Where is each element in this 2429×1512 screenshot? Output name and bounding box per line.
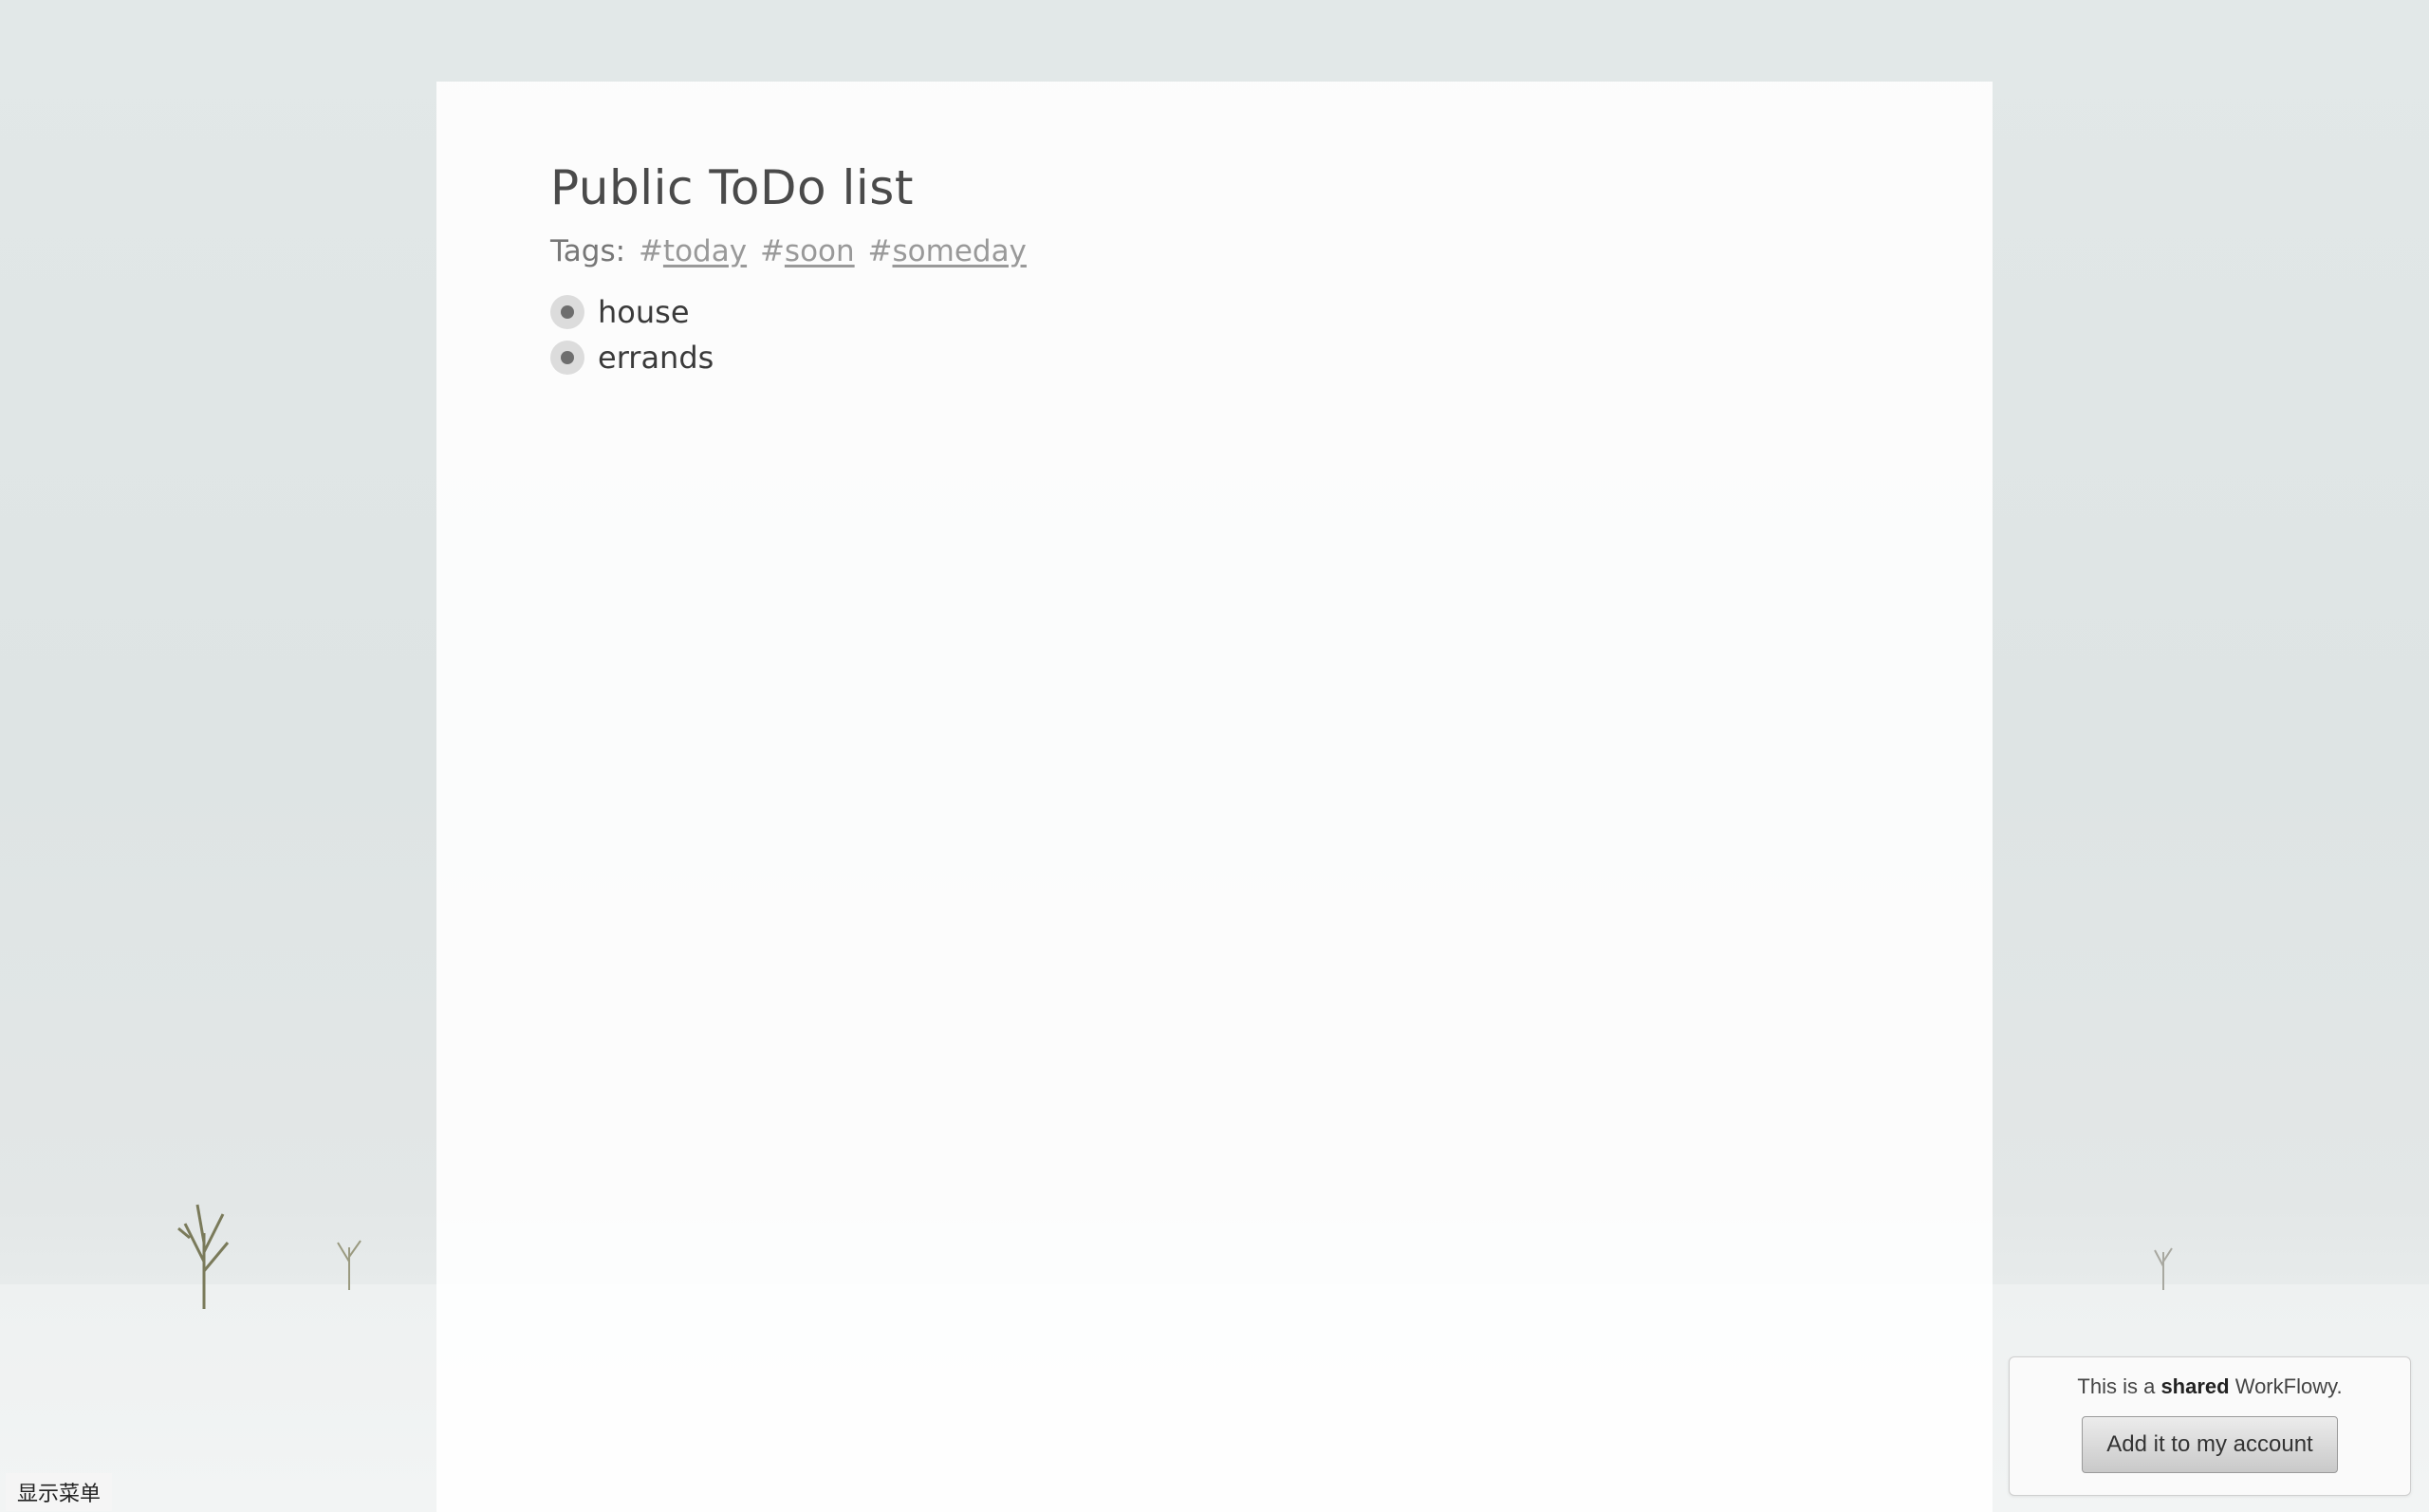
show-menu-button[interactable]: 显示菜单 bbox=[6, 1473, 113, 1511]
tag-hash: # bbox=[867, 234, 893, 268]
document-page: Public ToDo list Tags: #today #soon #som… bbox=[436, 82, 1993, 1512]
add-to-account-button[interactable]: Add it to my account bbox=[2082, 1416, 2338, 1473]
shared-notice-text: This is a shared WorkFlowy. bbox=[2010, 1374, 2410, 1399]
tree-illustration bbox=[337, 1240, 362, 1290]
list-item-text[interactable]: house bbox=[598, 294, 690, 330]
tag-someday[interactable]: #someday bbox=[868, 234, 1027, 268]
bullet-dot bbox=[561, 351, 574, 365]
list-item-text[interactable]: errands bbox=[598, 340, 714, 376]
tree-illustration bbox=[2154, 1247, 2173, 1290]
tags-label: Tags: bbox=[550, 234, 626, 268]
document-content: Public ToDo list Tags: #today #soon #som… bbox=[550, 157, 1879, 380]
page-title[interactable]: Public ToDo list bbox=[550, 157, 1879, 219]
list-item: errands bbox=[550, 335, 1879, 380]
tag-hash: # bbox=[638, 234, 663, 268]
outline-list: house errands bbox=[550, 289, 1879, 380]
tag-label: soon bbox=[784, 234, 855, 268]
bullet-icon[interactable] bbox=[550, 295, 584, 330]
bullet-dot bbox=[561, 305, 574, 320]
shared-notice-prefix: This is a bbox=[2077, 1374, 2161, 1398]
shared-notice-emphasis: shared bbox=[2160, 1374, 2230, 1398]
shared-notice-suffix: WorkFlowy. bbox=[2229, 1374, 2343, 1398]
tag-label: someday bbox=[892, 234, 1027, 268]
list-item: house bbox=[550, 289, 1879, 335]
tag-hash: # bbox=[759, 234, 785, 268]
tag-today[interactable]: #today bbox=[639, 234, 747, 268]
tag-soon[interactable]: #soon bbox=[760, 234, 855, 268]
bullet-icon[interactable] bbox=[550, 341, 584, 376]
tags-line: Tags: #today #soon #someday bbox=[550, 232, 1879, 270]
tag-label: today bbox=[662, 234, 748, 268]
shared-notice: This is a shared WorkFlowy. Add it to my… bbox=[2009, 1356, 2411, 1496]
